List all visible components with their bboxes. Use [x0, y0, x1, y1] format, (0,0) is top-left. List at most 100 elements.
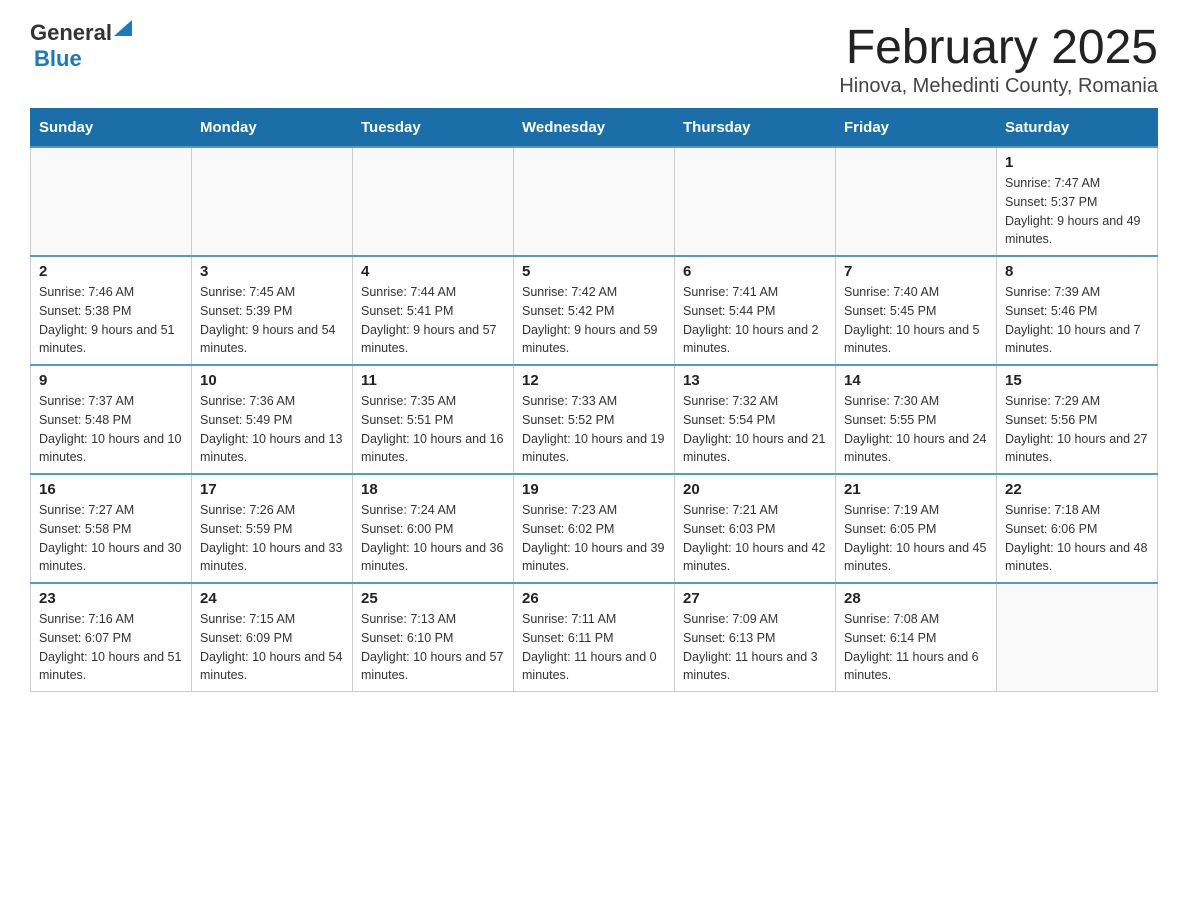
calendar-week-row: 2Sunrise: 7:46 AM Sunset: 5:38 PM Daylig…: [31, 256, 1158, 365]
day-number: 26: [522, 590, 666, 607]
day-info: Sunrise: 7:08 AM Sunset: 6:14 PM Dayligh…: [844, 610, 988, 685]
calendar-cell: 3 Sunrise: 7:45 AM Sunset: 5:39 PM Daylig…: [192, 256, 353, 365]
day-number: 15: [1005, 372, 1149, 389]
day-info: Sunrise: 7:40 AM Sunset: 5:45 PM Dayligh…: [844, 283, 988, 358]
day-info: Sunrise: 7:26 AM Sunset: 5:59 PM Dayligh…: [200, 501, 344, 576]
day-number: 12: [522, 372, 666, 389]
day-info: Sunrise: 7:27 AM Sunset: 5:58 PM Dayligh…: [39, 501, 183, 576]
day-number: 1: [1005, 154, 1149, 171]
day-info: Sunrise: 7:42 AM Sunset: 5:42 PM Dayligh…: [522, 283, 666, 358]
calendar-cell: 20 Sunrise: 7:21 AM Sunset: 6:03 PM Dayli…: [675, 474, 836, 583]
day-number: 9: [39, 372, 183, 389]
calendar-cell: 19 Sunrise: 7:23 AM Sunset: 6:02 PM Dayli…: [514, 474, 675, 583]
calendar-day-header: Friday: [836, 109, 997, 148]
calendar-cell: 4 Sunrise: 7:44 AM Sunset: 5:41 PM Daylig…: [353, 256, 514, 365]
calendar-cell: [192, 147, 353, 256]
day-number: 16: [39, 481, 183, 498]
day-info: Sunrise: 7:15 AM Sunset: 6:09 PM Dayligh…: [200, 610, 344, 685]
day-info: Sunrise: 7:46 AM Sunset: 5:38 PM Dayligh…: [39, 283, 183, 358]
calendar-cell: 18 Sunrise: 7:24 AM Sunset: 6:00 PM Dayli…: [353, 474, 514, 583]
calendar-cell: 9 Sunrise: 7:37 AM Sunset: 5:48 PM Daylig…: [31, 365, 192, 474]
day-info: Sunrise: 7:13 AM Sunset: 6:10 PM Dayligh…: [361, 610, 505, 685]
day-number: 7: [844, 263, 988, 280]
calendar-week-row: 23 Sunrise: 7:16 AM Sunset: 6:07 PM Dayli…: [31, 583, 1158, 692]
calendar-day-header: Wednesday: [514, 109, 675, 148]
calendar-cell: 5 Sunrise: 7:42 AM Sunset: 5:42 PM Daylig…: [514, 256, 675, 365]
day-info: Sunrise: 7:37 AM Sunset: 5:48 PM Dayligh…: [39, 392, 183, 467]
calendar-day-header: Monday: [192, 109, 353, 148]
day-number: 14: [844, 372, 988, 389]
calendar-cell: 14 Sunrise: 7:30 AM Sunset: 5:55 PM Dayli…: [836, 365, 997, 474]
logo-triangle-icon: [114, 18, 136, 40]
day-info: Sunrise: 7:19 AM Sunset: 6:05 PM Dayligh…: [844, 501, 988, 576]
day-info: Sunrise: 7:41 AM Sunset: 5:44 PM Dayligh…: [683, 283, 827, 358]
calendar-cell: [836, 147, 997, 256]
logo-text-general: General: [30, 20, 112, 46]
logo: General Blue: [30, 20, 136, 72]
day-number: 17: [200, 481, 344, 498]
calendar-cell: 6 Sunrise: 7:41 AM Sunset: 5:44 PM Daylig…: [675, 256, 836, 365]
calendar-cell: 13Sunrise: 7:32 AM Sunset: 5:54 PM Dayli…: [675, 365, 836, 474]
day-number: 10: [200, 372, 344, 389]
calendar-cell: 8Sunrise: 7:39 AM Sunset: 5:46 PM Daylig…: [997, 256, 1158, 365]
calendar-cell: 28 Sunrise: 7:08 AM Sunset: 6:14 PM Dayli…: [836, 583, 997, 692]
calendar-cell: 25 Sunrise: 7:13 AM Sunset: 6:10 PM Dayli…: [353, 583, 514, 692]
calendar-cell: 1 Sunrise: 7:47 AM Sunset: 5:37 PM Daylig…: [997, 147, 1158, 256]
day-number: 20: [683, 481, 827, 498]
calendar-week-row: 16 Sunrise: 7:27 AM Sunset: 5:58 PM Dayli…: [31, 474, 1158, 583]
day-number: 13: [683, 372, 827, 389]
calendar-day-header: Tuesday: [353, 109, 514, 148]
day-info: Sunrise: 7:44 AM Sunset: 5:41 PM Dayligh…: [361, 283, 505, 358]
day-info: Sunrise: 7:35 AM Sunset: 5:51 PM Dayligh…: [361, 392, 505, 467]
day-number: 22: [1005, 481, 1149, 498]
day-info: Sunrise: 7:11 AM Sunset: 6:11 PM Dayligh…: [522, 610, 666, 685]
day-number: 28: [844, 590, 988, 607]
day-number: 19: [522, 481, 666, 498]
logo-text-blue: Blue: [34, 46, 82, 71]
day-number: 11: [361, 372, 505, 389]
calendar-cell: 22 Sunrise: 7:18 AM Sunset: 6:06 PM Dayli…: [997, 474, 1158, 583]
calendar-header-row: SundayMondayTuesdayWednesdayThursdayFrid…: [31, 109, 1158, 148]
calendar-cell: [675, 147, 836, 256]
calendar-day-header: Sunday: [31, 109, 192, 148]
day-number: 25: [361, 590, 505, 607]
calendar-cell: 2Sunrise: 7:46 AM Sunset: 5:38 PM Daylig…: [31, 256, 192, 365]
day-info: Sunrise: 7:23 AM Sunset: 6:02 PM Dayligh…: [522, 501, 666, 576]
calendar-cell: 27 Sunrise: 7:09 AM Sunset: 6:13 PM Dayli…: [675, 583, 836, 692]
page-subtitle: Hinova, Mehedinti County, Romania: [839, 75, 1158, 98]
day-info: Sunrise: 7:30 AM Sunset: 5:55 PM Dayligh…: [844, 392, 988, 467]
calendar-cell: 12Sunrise: 7:33 AM Sunset: 5:52 PM Dayli…: [514, 365, 675, 474]
day-number: 18: [361, 481, 505, 498]
day-info: Sunrise: 7:21 AM Sunset: 6:03 PM Dayligh…: [683, 501, 827, 576]
day-info: Sunrise: 7:18 AM Sunset: 6:06 PM Dayligh…: [1005, 501, 1149, 576]
calendar-cell: [997, 583, 1158, 692]
calendar-cell: [514, 147, 675, 256]
day-number: 27: [683, 590, 827, 607]
day-info: Sunrise: 7:09 AM Sunset: 6:13 PM Dayligh…: [683, 610, 827, 685]
day-info: Sunrise: 7:29 AM Sunset: 5:56 PM Dayligh…: [1005, 392, 1149, 467]
page-title: February 2025: [839, 20, 1158, 75]
day-number: 6: [683, 263, 827, 280]
calendar-cell: 16 Sunrise: 7:27 AM Sunset: 5:58 PM Dayli…: [31, 474, 192, 583]
calendar-cell: [353, 147, 514, 256]
day-number: 4: [361, 263, 505, 280]
day-number: 8: [1005, 263, 1149, 280]
day-info: Sunrise: 7:45 AM Sunset: 5:39 PM Dayligh…: [200, 283, 344, 358]
day-info: Sunrise: 7:47 AM Sunset: 5:37 PM Dayligh…: [1005, 174, 1149, 249]
calendar-cell: 23 Sunrise: 7:16 AM Sunset: 6:07 PM Dayli…: [31, 583, 192, 692]
calendar-cell: 11 Sunrise: 7:35 AM Sunset: 5:51 PM Dayli…: [353, 365, 514, 474]
day-number: 5: [522, 263, 666, 280]
calendar-cell: 7 Sunrise: 7:40 AM Sunset: 5:45 PM Daylig…: [836, 256, 997, 365]
calendar-table: SundayMondayTuesdayWednesdayThursdayFrid…: [30, 108, 1158, 692]
day-number: 3: [200, 263, 344, 280]
day-number: 21: [844, 481, 988, 498]
calendar-cell: 26 Sunrise: 7:11 AM Sunset: 6:11 PM Dayli…: [514, 583, 675, 692]
calendar-cell: 10Sunrise: 7:36 AM Sunset: 5:49 PM Dayli…: [192, 365, 353, 474]
day-number: 23: [39, 590, 183, 607]
day-info: Sunrise: 7:16 AM Sunset: 6:07 PM Dayligh…: [39, 610, 183, 685]
calendar-week-row: 9 Sunrise: 7:37 AM Sunset: 5:48 PM Daylig…: [31, 365, 1158, 474]
title-block: February 2025 Hinova, Mehedinti County, …: [839, 20, 1158, 98]
calendar-day-header: Thursday: [675, 109, 836, 148]
day-info: Sunrise: 7:24 AM Sunset: 6:00 PM Dayligh…: [361, 501, 505, 576]
calendar-cell: [31, 147, 192, 256]
